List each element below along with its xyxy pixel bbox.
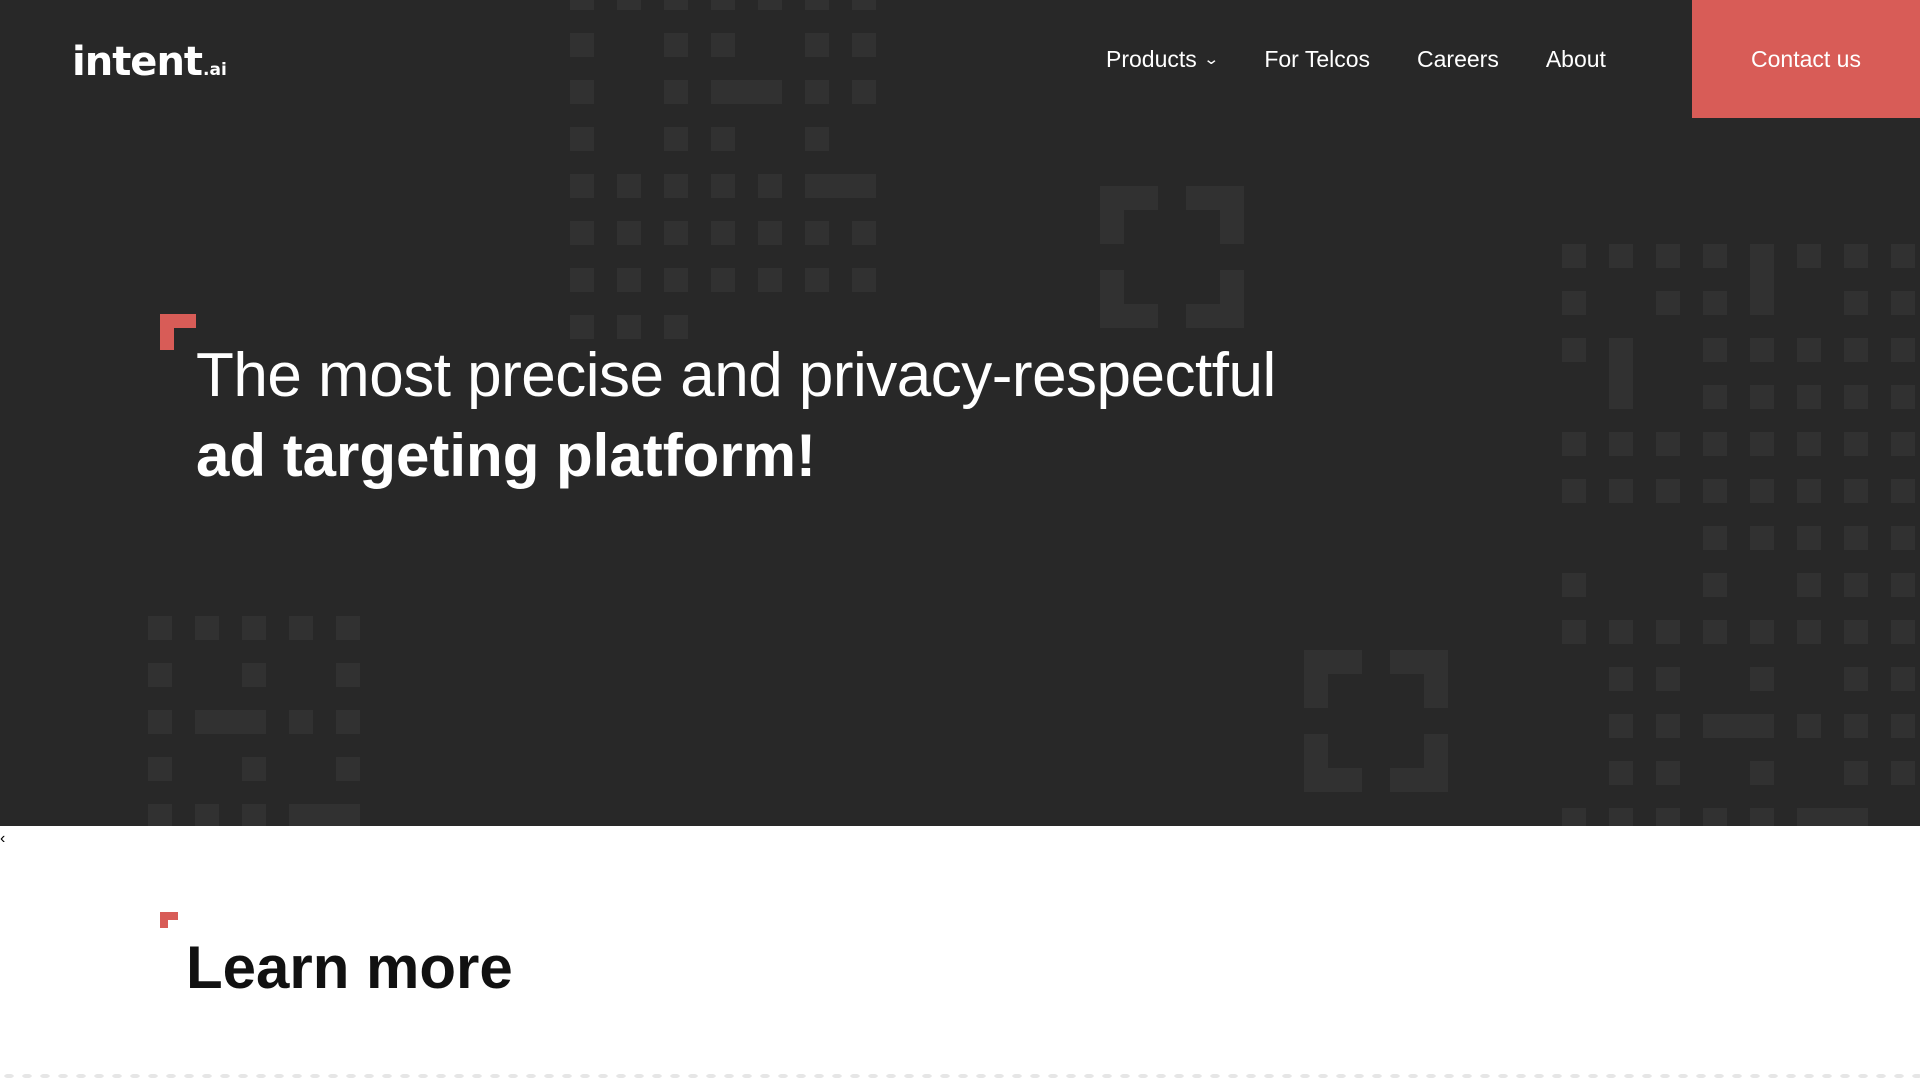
nav-item-label: Products	[1106, 45, 1197, 72]
nav-item-label: For Telcos	[1264, 45, 1371, 72]
nav-item-label: About	[1545, 45, 1606, 72]
nav-item-products[interactable]: Products ⌄	[1106, 45, 1220, 73]
section-accent-mark-stem	[160, 912, 168, 928]
contact-us-button[interactable]: Contact us	[1692, 0, 1920, 118]
decorative-bracket-bottom	[1304, 650, 1448, 792]
chevron-down-icon: ⌄	[1202, 51, 1220, 68]
decorative-bracket-top	[1100, 186, 1244, 328]
logo-text: intent	[72, 39, 203, 85]
nav-item-careers[interactable]: Careers	[1417, 46, 1499, 73]
logo[interactable]: intent.ai	[72, 38, 227, 94]
hero-headline: The most precise and privacy-respectful …	[196, 336, 1276, 496]
decorative-dot-row	[0, 1072, 1920, 1080]
learn-more-title: Learn more	[186, 934, 513, 1001]
main-nav: Products ⌄ For Telcos Careers About	[1106, 0, 1653, 118]
nav-item-for-telcos[interactable]: For Telcos	[1264, 46, 1370, 73]
hero-section: intent.ai Products ⌄ For Telcos Careers …	[0, 0, 1920, 826]
nav-item-label: Careers	[1417, 45, 1499, 72]
headline-line-1: The most precise and privacy-respectful	[196, 341, 1276, 410]
logo-suffix: .ai	[203, 60, 227, 80]
decorative-pattern-right	[1562, 244, 1915, 826]
nav-item-about[interactable]: About	[1546, 46, 1606, 73]
chevron-left-icon[interactable]: ‹	[0, 830, 5, 848]
headline-line-2: ad targeting platform!	[196, 422, 817, 489]
decorative-pattern-left	[148, 616, 360, 826]
decorative-pattern-top	[570, 0, 876, 339]
headline-accent-mark-stem	[160, 314, 174, 350]
